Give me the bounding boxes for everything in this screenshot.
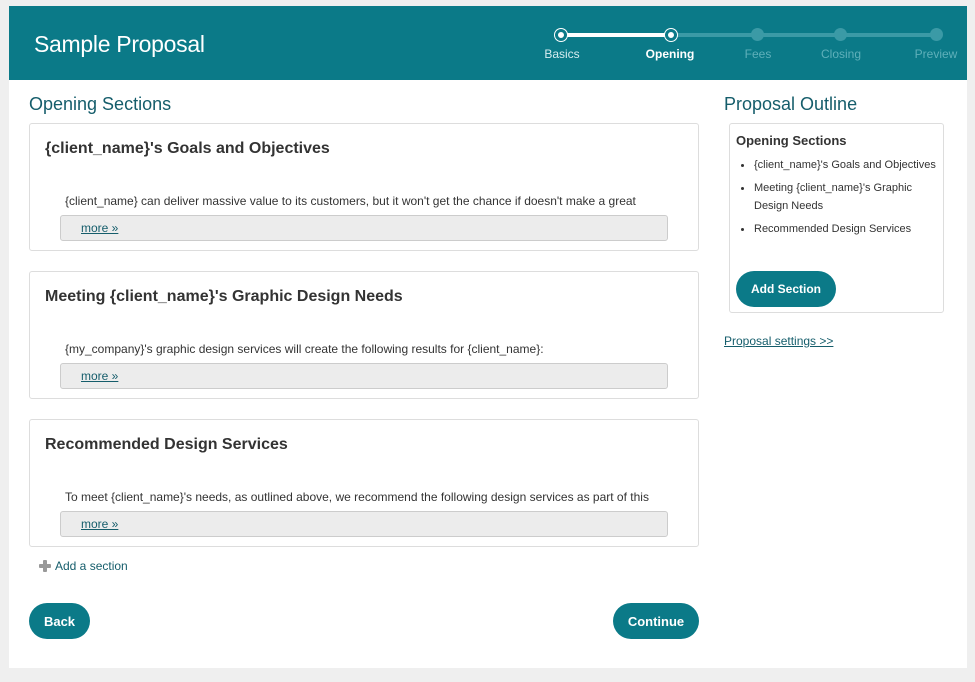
step-dot-fees[interactable] — [751, 28, 764, 41]
outline-item[interactable]: Meeting {client_name}'s Graphic Design N… — [736, 179, 936, 215]
opening-sections-heading: Opening Sections — [29, 94, 172, 114]
step-track-completed — [561, 33, 671, 37]
outline-item[interactable]: {client_name}'s Goals and Objectives — [736, 156, 936, 174]
outline-item[interactable]: Recommended Design Services — [736, 220, 936, 238]
step-label-preview[interactable]: Preview — [915, 47, 958, 61]
section-card: Meeting {client_name}'s Graphic Design N… — [29, 271, 699, 399]
more-bar[interactable]: more » — [60, 215, 668, 241]
section-title[interactable]: Recommended Design Services — [45, 436, 288, 454]
section-title[interactable]: {client_name}'s Goals and Objectives — [45, 140, 330, 158]
step-label-basics[interactable]: Basics — [544, 47, 579, 61]
back-button[interactable]: Back — [29, 603, 90, 639]
outline-list: {client_name}'s Goals and Objectives Mee… — [736, 156, 936, 243]
add-a-section-label: Add a section — [55, 559, 128, 573]
add-section-button[interactable]: Add Section — [736, 271, 836, 307]
section-card: Recommended Design Services To meet {cli… — [29, 419, 699, 547]
step-label-closing[interactable]: Closing — [821, 47, 861, 61]
outline-panel: Opening Sections {client_name}'s Goals a… — [729, 123, 944, 313]
section-card: {client_name}'s Goals and Objectives {cl… — [29, 123, 699, 251]
add-a-section-link[interactable]: Add a section — [39, 559, 128, 573]
proposal-settings-link[interactable]: Proposal settings >> — [724, 334, 833, 348]
step-dot-opening[interactable] — [665, 29, 677, 41]
continue-button[interactable]: Continue — [613, 603, 699, 639]
step-dot-closing[interactable] — [834, 28, 847, 41]
progress-stepper: Basics Opening Fees Closing Preview — [9, 6, 967, 80]
more-bar[interactable]: more » — [60, 363, 668, 389]
proposal-outline-heading: Proposal Outline — [724, 94, 858, 114]
app-frame: Sample Proposal Basics Opening Fees Clos… — [9, 6, 967, 668]
step-dot-preview[interactable] — [930, 28, 943, 41]
section-body: To meet {client_name}'s needs, as outlin… — [65, 490, 649, 504]
step-label-opening[interactable]: Opening — [646, 47, 695, 61]
outline-title: Opening Sections — [736, 133, 847, 148]
more-link[interactable]: more » — [81, 517, 118, 531]
step-dot-basics[interactable] — [555, 29, 567, 41]
more-bar[interactable]: more » — [60, 511, 668, 537]
header-bar: Sample Proposal Basics Opening Fees Clos… — [9, 6, 967, 80]
step-label-fees[interactable]: Fees — [745, 47, 772, 61]
section-body: {my_company}'s graphic design services w… — [65, 342, 544, 356]
section-body: {client_name} can deliver massive value … — [65, 194, 636, 208]
section-title[interactable]: Meeting {client_name}'s Graphic Design N… — [45, 288, 403, 306]
more-link[interactable]: more » — [81, 369, 118, 383]
plus-icon — [39, 560, 51, 572]
step-track-remaining — [671, 33, 937, 37]
more-link[interactable]: more » — [81, 221, 118, 235]
